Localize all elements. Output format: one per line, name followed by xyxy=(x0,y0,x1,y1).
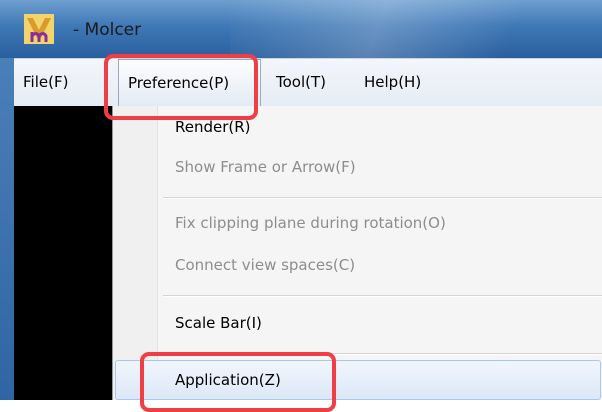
annotation-box-preference xyxy=(104,54,258,120)
menu-item-render[interactable]: Render(R) xyxy=(175,118,251,136)
window-frame-left xyxy=(0,58,14,400)
title-bar-glare xyxy=(230,0,602,58)
menu-item-show-frame-or-arrow[interactable]: Show Frame or Arrow(F) xyxy=(175,158,356,176)
menu-tool[interactable]: Tool(T) xyxy=(276,59,326,107)
menu-separator xyxy=(163,295,602,297)
molcer-app-icon[interactable] xyxy=(24,14,54,44)
menu-item-connect-view-spaces[interactable]: Connect view spaces(C) xyxy=(175,256,355,274)
menu-item-fix-clipping-plane[interactable]: Fix clipping plane during rotation(O) xyxy=(175,214,446,232)
window-title: - Molcer xyxy=(73,20,142,40)
menu-bar: File(F) Preference(P) Tool(T) Help(H) xyxy=(14,58,602,108)
viewer-canvas[interactable] xyxy=(14,106,112,400)
menu-separator xyxy=(163,197,602,199)
menu-help[interactable]: Help(H) xyxy=(364,59,421,107)
annotation-box-application xyxy=(140,352,336,412)
window-title-bar[interactable]: - Molcer xyxy=(0,0,602,58)
menu-file[interactable]: File(F) xyxy=(23,59,68,107)
menu-item-scale-bar[interactable]: Scale Bar(I) xyxy=(175,314,262,332)
